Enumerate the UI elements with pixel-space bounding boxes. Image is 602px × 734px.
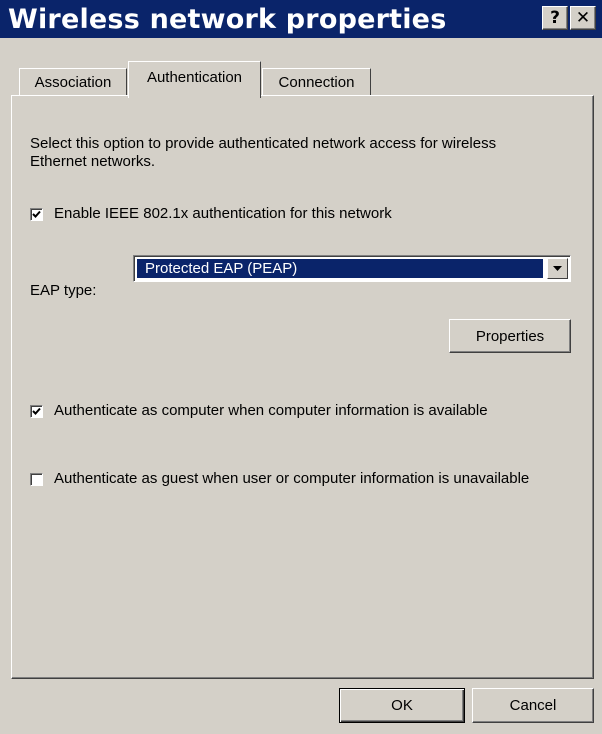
cancel-button[interactable]: Cancel	[472, 688, 594, 723]
eap-type-select[interactable]: Protected EAP (PEAP)	[133, 255, 571, 282]
chevron-down-icon	[553, 266, 562, 271]
properties-button[interactable]: Properties	[449, 319, 571, 353]
title-bar[interactable]: Wireless network properties ? ✕	[0, 0, 602, 38]
description-text: Select this option to provide authentica…	[30, 135, 497, 170]
eap-type-label: EAP type:	[30, 282, 97, 299]
dropdown-button[interactable]	[547, 258, 568, 279]
auth-computer-checkbox[interactable]	[30, 405, 43, 418]
enable-8021x-row[interactable]: Enable IEEE 802.1x authentication for th…	[30, 205, 392, 223]
window-title: Wireless network properties	[8, 3, 447, 35]
auth-guest-checkbox[interactable]	[30, 473, 43, 486]
tab-panel	[11, 95, 594, 679]
help-button[interactable]: ?	[542, 6, 568, 30]
tab-authentication[interactable]: Authentication	[128, 61, 261, 98]
tab-connection[interactable]: Connection	[262, 68, 371, 96]
ok-button[interactable]: OK	[339, 688, 465, 723]
auth-guest-label: Authenticate as guest when user or compu…	[54, 470, 530, 487]
checkmark-icon	[32, 210, 41, 218]
auth-computer-row[interactable]: Authenticate as computer when computer i…	[30, 402, 530, 420]
enable-8021x-label: Enable IEEE 802.1x authentication for th…	[54, 205, 392, 222]
tab-association[interactable]: Association	[19, 68, 127, 96]
close-icon: ✕	[575, 8, 591, 28]
enable-8021x-checkbox[interactable]	[30, 208, 43, 221]
checkmark-icon	[32, 407, 41, 415]
help-icon: ?	[550, 8, 560, 28]
close-button[interactable]: ✕	[570, 6, 596, 30]
auth-guest-row[interactable]: Authenticate as guest when user or compu…	[30, 470, 540, 488]
auth-computer-label: Authenticate as computer when computer i…	[54, 402, 488, 419]
eap-type-value: Protected EAP (PEAP)	[137, 259, 543, 278]
